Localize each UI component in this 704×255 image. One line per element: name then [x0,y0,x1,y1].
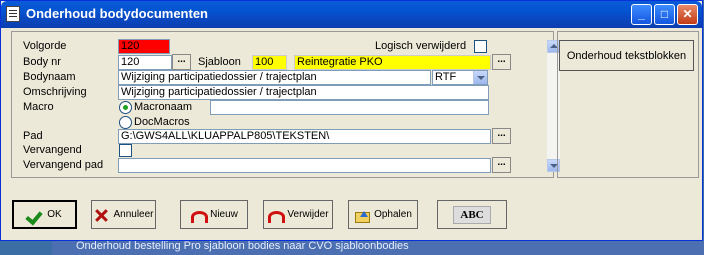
pad-label: Pad [23,130,43,142]
volgorde-label: Volgorde [23,40,67,52]
macronaam-radio-label: Macronaam [134,101,193,113]
cancel-x-icon [93,208,109,222]
sjabloon-label: Sjabloon [198,56,241,68]
pad-browse-button[interactable]: ... [492,128,511,144]
logisch-verwijderd-checkbox[interactable] [474,40,487,53]
chevron-down-icon[interactable] [473,71,487,84]
bodynaam-field[interactable]: Wijziging participatiedossier / trajectp… [118,70,431,85]
ok-button[interactable]: OK [12,200,77,229]
nieuw-button[interactable]: Nieuw [180,200,248,229]
ophalen-button[interactable]: Ophalen [348,200,418,229]
vervangend-pad-field[interactable] [118,158,491,173]
omschrijving-label: Omschrijving [23,86,87,98]
sjabloon-code-field[interactable]: 100 [252,55,287,70]
spellcheck-icon: ABC [453,205,491,224]
macro-label: Macro [23,101,54,113]
body-nr-label: Body nr [23,56,61,68]
format-select[interactable]: RTF [432,70,488,85]
close-button[interactable]: ✕ [677,4,698,25]
ok-label: OK [47,209,62,220]
nieuw-label: Nieuw [210,209,238,220]
document-icon [6,6,20,22]
dialog-window: Onderhoud bodydocumenten _ □ ✕ Volgorde … [0,0,703,241]
format-value: RTF [435,71,457,83]
vervangend-checkbox[interactable] [119,144,132,157]
sjabloon-browse-button[interactable]: ... [492,54,511,70]
macro-field[interactable] [210,100,489,115]
maximize-button[interactable]: □ [654,4,675,25]
checkmark-icon [27,208,43,222]
verwijder-label: Verwijder [287,209,329,220]
pad-field[interactable]: G:\GWS4ALL\KLUAPPALP805\TEKSTEN\ [118,129,491,144]
logisch-verwijderd-label: Logisch verwijderd [375,40,467,52]
annuleer-label: Annuleer [113,209,154,220]
macronaam-radio[interactable] [119,101,132,114]
vervangend-pad-label: Vervangend pad [23,159,104,171]
body-nr-browse-button[interactable]: ... [172,54,191,70]
vervangend-label: Vervangend [23,144,82,156]
docmacros-radio[interactable] [119,116,132,129]
docmacros-radio-label: DocMacros [134,116,190,128]
volgorde-field[interactable]: 120 [118,39,170,54]
annuleer-button[interactable]: Annuleer [91,200,156,229]
window-title: Onderhoud bodydocumenten [26,6,208,21]
form-panel: Volgorde 120 Logisch verwijderd Body nr … [11,31,560,178]
delete-arrow-icon [267,208,286,223]
sjabloon-name-field: Reintegratie PKO [294,55,491,70]
omschrijving-field[interactable]: Wijziging participatiedossier / trajectp… [118,85,489,100]
title-bar[interactable]: Onderhoud bodydocumenten _ □ ✕ [1,1,702,28]
body-nr-field[interactable]: 120 [118,55,172,70]
spelling-button[interactable]: ABC [437,200,507,229]
minimize-button[interactable]: _ [631,4,652,25]
bodynaam-label: Bodynaam [23,71,76,83]
new-arrow-icon [190,208,209,223]
onderhoud-tekstblokken-button[interactable]: Onderhoud tekstblokken [559,40,694,71]
ophalen-label: Ophalen [374,209,412,220]
verwijder-button[interactable]: Verwijder [263,200,333,229]
open-folder-icon [354,208,371,223]
vervangend-pad-browse-button[interactable]: ... [492,157,511,173]
